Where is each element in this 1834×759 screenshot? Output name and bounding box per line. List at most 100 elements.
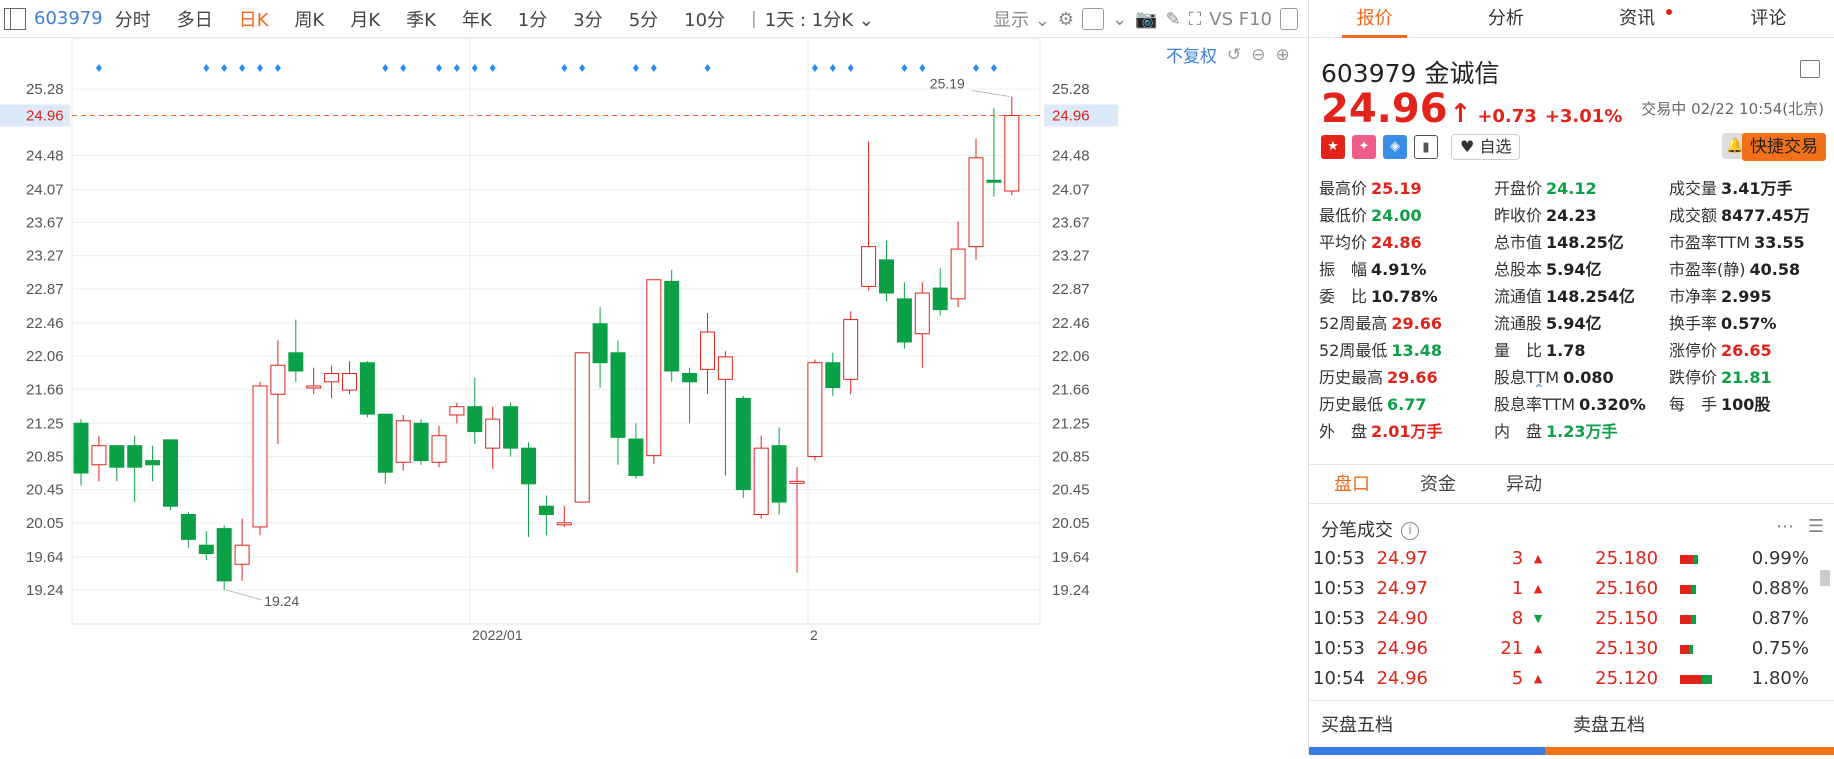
candle-body[interactable] xyxy=(449,406,465,416)
candle-body[interactable] xyxy=(610,352,626,438)
candle-body[interactable] xyxy=(771,445,787,503)
candle-body[interactable] xyxy=(735,397,751,491)
panel-toggle-icon[interactable] xyxy=(4,7,26,30)
display-dropdown[interactable]: 显示 ⌄ xyxy=(993,6,1050,32)
kline-svg[interactable]: 25.28 25.28 24.96 24.96 24.48 24.48 24.07 24.07… xyxy=(0,37,1308,754)
adjust-button[interactable]: 不复权 xyxy=(1166,42,1217,67)
candle-body[interactable] xyxy=(198,544,214,555)
candle-body[interactable] xyxy=(288,352,304,372)
candle-body[interactable] xyxy=(932,287,948,311)
more-icon[interactable]: ⋯ xyxy=(1776,516,1794,537)
period-tab[interactable]: 3分 xyxy=(573,6,602,32)
candle-body[interactable] xyxy=(682,373,698,383)
candle-body[interactable] xyxy=(896,298,912,343)
event-marker-icon[interactable] xyxy=(990,64,997,72)
zoom-out-icon[interactable]: ⊖ xyxy=(1251,45,1265,65)
right-tab[interactable]: 报价 xyxy=(1309,0,1440,38)
candle-body[interactable] xyxy=(628,438,644,477)
event-marker-icon[interactable] xyxy=(561,64,568,72)
event-marker-icon[interactable] xyxy=(901,64,908,72)
settings-gear-icon[interactable]: ⚙ xyxy=(1058,9,1074,30)
interval-select[interactable]: 1天 : 1分K ⌄ xyxy=(765,6,874,32)
candle-body[interactable] xyxy=(359,362,375,415)
candle-body[interactable] xyxy=(789,480,805,484)
candle-body[interactable] xyxy=(950,248,966,300)
candle-body[interactable] xyxy=(145,460,161,466)
right-tab[interactable]: 分析 xyxy=(1440,0,1571,37)
candle-body[interactable] xyxy=(234,544,250,565)
candle-body[interactable] xyxy=(324,373,340,383)
event-marker-icon[interactable] xyxy=(919,64,926,72)
fullscreen-icon[interactable]: ⛶ xyxy=(1189,9,1202,30)
bookmark-icon[interactable]: ▮ xyxy=(1414,135,1438,159)
event-marker-icon[interactable] xyxy=(489,64,496,72)
period-tab[interactable]: 分时 xyxy=(115,6,151,32)
period-tab[interactable]: 5分 xyxy=(629,6,658,32)
camera-icon[interactable]: 📷 xyxy=(1135,9,1157,30)
event-marker-icon[interactable] xyxy=(95,64,102,72)
reset-icon[interactable]: ↺ xyxy=(1227,45,1241,65)
period-tab[interactable]: 10分 xyxy=(684,6,725,32)
candle-body[interactable] xyxy=(127,445,143,468)
candle-body[interactable] xyxy=(538,505,554,516)
candle-body[interactable] xyxy=(503,406,519,449)
candle-body[interactable] xyxy=(556,522,572,526)
candle-body[interactable] xyxy=(377,413,393,473)
candle-body[interactable] xyxy=(592,323,608,364)
event-marker-icon[interactable] xyxy=(221,64,228,72)
event-marker-icon[interactable] xyxy=(257,64,263,72)
event-marker-icon[interactable] xyxy=(811,64,818,72)
candle-body[interactable] xyxy=(163,439,178,507)
event-marker-icon[interactable] xyxy=(829,64,836,72)
watchlist-button[interactable]: ♥ 自选 xyxy=(1451,134,1521,160)
event-marker-icon[interactable] xyxy=(704,64,711,72)
candle-body[interactable] xyxy=(342,373,357,391)
candle-body[interactable] xyxy=(306,385,322,389)
candle-body[interactable] xyxy=(521,447,536,485)
candle-body[interactable] xyxy=(109,445,125,468)
sub-tab[interactable]: 异动 xyxy=(1481,465,1567,503)
candle-body[interactable] xyxy=(825,362,841,389)
event-marker-icon[interactable] xyxy=(471,64,478,72)
candle-body[interactable] xyxy=(1004,115,1020,192)
pencil-icon[interactable]: ✎ xyxy=(1166,9,1181,30)
candle-body[interactable] xyxy=(431,435,447,463)
candle-body[interactable] xyxy=(968,157,984,248)
period-tab[interactable]: 日K xyxy=(239,6,269,32)
period-tab[interactable]: 多日 xyxy=(177,6,213,32)
candle-body[interactable] xyxy=(252,385,268,528)
kline-chart[interactable]: 25.28 25.28 24.96 24.96 24.48 24.48 24.07 24.07… xyxy=(0,37,1308,754)
right-tab[interactable]: 资讯 xyxy=(1572,0,1703,37)
period-tab[interactable]: 月K xyxy=(350,6,380,32)
period-tab[interactable]: 1分 xyxy=(518,6,547,32)
event-marker-icon[interactable] xyxy=(436,64,442,72)
tag-icon[interactable]: ◈ xyxy=(1383,135,1407,159)
info-icon[interactable]: i xyxy=(1401,522,1419,540)
sub-tab[interactable]: 盘口 xyxy=(1309,465,1395,503)
event-marker-icon[interactable] xyxy=(400,64,407,72)
candle-body[interactable] xyxy=(216,528,232,582)
candle-body[interactable] xyxy=(807,362,823,457)
candle-body[interactable] xyxy=(879,259,894,294)
candle-body[interactable] xyxy=(986,179,1002,183)
candle-body[interactable] xyxy=(395,420,411,463)
event-marker-icon[interactable] xyxy=(650,64,657,72)
candle-body[interactable] xyxy=(717,356,733,380)
candle-body[interactable] xyxy=(646,279,662,457)
candle-body[interactable] xyxy=(270,364,286,395)
event-marker-icon[interactable] xyxy=(453,64,460,72)
candle-body[interactable] xyxy=(485,418,501,449)
china-flag-icon[interactable]: ★ xyxy=(1321,135,1345,159)
list-icon[interactable]: ☰ xyxy=(1808,516,1824,537)
event-marker-icon[interactable] xyxy=(382,64,389,72)
menu-icon[interactable] xyxy=(1800,60,1820,78)
candle-body[interactable] xyxy=(180,514,196,540)
right-tab[interactable]: 评论 xyxy=(1703,0,1834,37)
candle-body[interactable] xyxy=(914,292,930,335)
indicator-icon[interactable] xyxy=(1082,8,1105,30)
candle-body[interactable] xyxy=(700,331,715,370)
scrollbar[interactable] xyxy=(1820,570,1830,586)
candle-body[interactable] xyxy=(574,352,590,503)
event-marker-icon[interactable] xyxy=(632,64,639,72)
candle-body[interactable] xyxy=(753,447,769,516)
